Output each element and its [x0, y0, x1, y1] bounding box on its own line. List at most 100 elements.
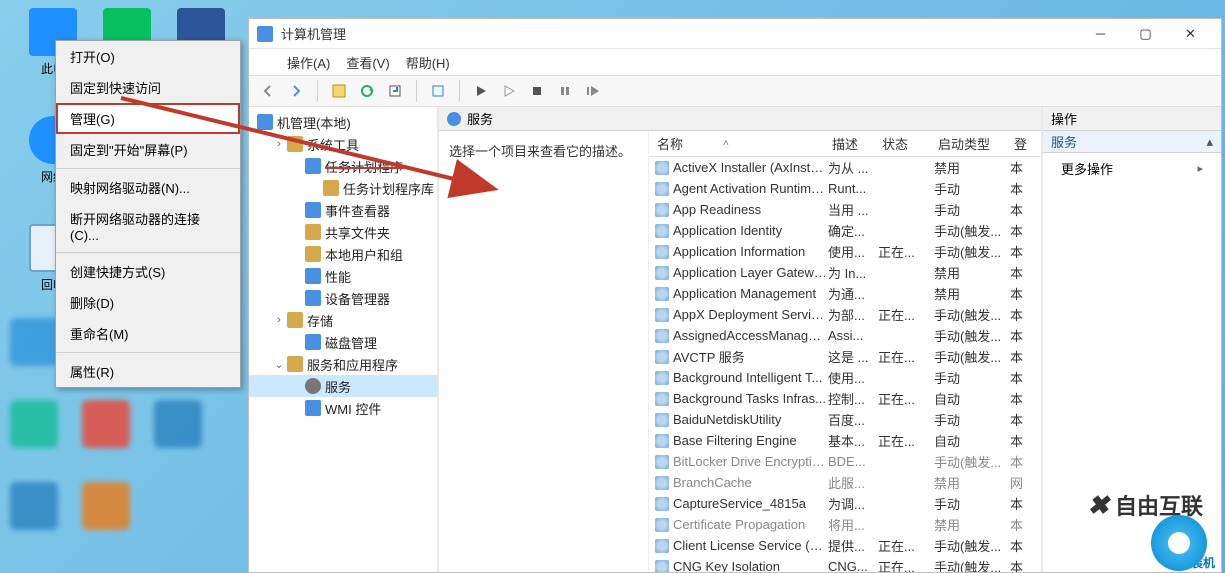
- service-row[interactable]: Background Tasks Infras...控制...正在...自动本: [649, 388, 1041, 409]
- service-startup: 手动(触发...: [934, 221, 1010, 240]
- stop-button[interactable]: [526, 80, 548, 102]
- service-row[interactable]: BitLocker Drive Encryptio...BDE...手动(触发.…: [649, 451, 1041, 472]
- export-button[interactable]: [384, 80, 406, 102]
- service-status: 正在...: [878, 347, 934, 366]
- tree-node[interactable]: 任务计划程序库: [249, 177, 437, 199]
- actions-more[interactable]: 更多操作 ▸: [1043, 153, 1221, 184]
- service-startup: 手动(触发...: [934, 557, 1010, 572]
- service-row[interactable]: CaptureService_4815a为调...手动本: [649, 493, 1041, 514]
- separator: [56, 352, 240, 353]
- service-startup: 禁用: [934, 158, 1010, 177]
- tree-node-icon: [287, 356, 303, 372]
- tree-node[interactable]: 设备管理器: [249, 287, 437, 309]
- service-row[interactable]: AppX Deployment Servic...为部...正在...手动(触发…: [649, 304, 1041, 325]
- camera-icon: [1151, 515, 1207, 571]
- filter-button[interactable]: [328, 80, 350, 102]
- service-row[interactable]: Application Management为通...禁用本: [649, 283, 1041, 304]
- col-description[interactable]: 描述: [824, 134, 874, 153]
- menu-view[interactable]: 查看(V): [346, 53, 389, 72]
- ctx-pin-quick[interactable]: 固定到快速访问: [56, 72, 240, 103]
- tree-node[interactable]: ›系统工具: [249, 133, 437, 155]
- ctx-map-drive[interactable]: 映射网络驱动器(N)...: [56, 172, 240, 203]
- tree-node[interactable]: ›存储: [249, 309, 437, 331]
- tree-node-icon: [305, 224, 321, 240]
- service-desc: BDE...: [828, 454, 878, 469]
- tree-node-label: WMI 控件: [325, 399, 381, 418]
- service-row[interactable]: Application Identity确定...手动(触发...本: [649, 220, 1041, 241]
- tree-node[interactable]: 事件查看器: [249, 199, 437, 221]
- service-icon: [655, 434, 669, 448]
- service-startup: 自动: [934, 431, 1010, 450]
- service-icon: [655, 182, 669, 196]
- tree-node[interactable]: 服务: [249, 375, 437, 397]
- service-row[interactable]: Client License Service (Cli...提供...正在...…: [649, 535, 1041, 556]
- service-name: Agent Activation Runtime...: [673, 181, 828, 196]
- service-row[interactable]: Certificate Propagation将用...禁用本: [649, 514, 1041, 535]
- tree-node-icon: [305, 400, 321, 416]
- service-logon: 本: [1010, 158, 1030, 177]
- tree-node[interactable]: 性能: [249, 265, 437, 287]
- tree-root[interactable]: 机管理(本地): [249, 111, 437, 133]
- refresh-button[interactable]: [356, 80, 378, 102]
- service-icon: [655, 203, 669, 217]
- service-logon: 本: [1010, 494, 1030, 513]
- col-logon[interactable]: 登: [1006, 134, 1026, 153]
- service-row[interactable]: Base Filtering Engine基本...正在...自动本: [649, 430, 1041, 451]
- service-icon: [655, 308, 669, 322]
- service-desc: 这是 ...: [828, 347, 878, 366]
- service-row[interactable]: ActiveX Installer (AxInstSV)为从 ...禁用本: [649, 157, 1041, 178]
- service-row[interactable]: App Readiness当用 ...手动本: [649, 199, 1041, 220]
- ctx-rename[interactable]: 重命名(M): [56, 318, 240, 349]
- properties-button[interactable]: [427, 80, 449, 102]
- tree-node[interactable]: 本地用户和组: [249, 243, 437, 265]
- ctx-manage[interactable]: 管理(G): [56, 103, 240, 134]
- watermark-badge: [1151, 515, 1207, 571]
- menu-action[interactable]: 操作(A): [287, 53, 330, 72]
- minimize-button[interactable]: ─: [1078, 20, 1123, 48]
- tree-node[interactable]: WMI 控件: [249, 397, 437, 419]
- app-icon: [257, 26, 273, 42]
- ctx-create-shortcut[interactable]: 创建快捷方式(S): [56, 256, 240, 287]
- services-hint: 选择一个项目来查看它的描述。: [449, 144, 631, 159]
- play-outline-button[interactable]: [498, 80, 520, 102]
- restart-button[interactable]: [582, 80, 604, 102]
- ctx-pin-start[interactable]: 固定到"开始"屏幕(P): [56, 134, 240, 165]
- nav-forward-button[interactable]: [285, 80, 307, 102]
- service-status: 正在...: [878, 389, 934, 408]
- close-button[interactable]: ✕: [1168, 20, 1213, 48]
- sort-asc-icon: ˄: [723, 138, 729, 149]
- tree-node[interactable]: 磁盘管理: [249, 331, 437, 353]
- service-row[interactable]: BaiduNetdiskUtility百度...手动本: [649, 409, 1041, 430]
- service-name: ActiveX Installer (AxInstSV): [673, 160, 828, 175]
- service-startup: 手动(触发...: [934, 242, 1010, 261]
- play-button[interactable]: [470, 80, 492, 102]
- pause-button[interactable]: [554, 80, 576, 102]
- tree-node[interactable]: ⌄服务和应用程序: [249, 353, 437, 375]
- tree-node-label: 设备管理器: [325, 289, 390, 308]
- service-icon: [655, 413, 669, 427]
- service-row[interactable]: AVCTP 服务这是 ...正在...手动(触发...本: [649, 346, 1041, 367]
- menu-help[interactable]: 帮助(H): [406, 53, 450, 72]
- service-row[interactable]: Application Information使用...正在...手动(触发..…: [649, 241, 1041, 262]
- ctx-disconnect-drive[interactable]: 断开网络驱动器的连接(C)...: [56, 203, 240, 249]
- service-row[interactable]: Application Layer Gatewa...为 In...禁用本: [649, 262, 1041, 283]
- service-row[interactable]: Background Intelligent T...使用...手动本: [649, 367, 1041, 388]
- chevron-right-icon: ▸: [1197, 162, 1203, 175]
- nav-back-button[interactable]: [257, 80, 279, 102]
- col-status[interactable]: 状态: [874, 134, 930, 153]
- ctx-properties[interactable]: 属性(R): [56, 356, 240, 387]
- titlebar[interactable]: 计算机管理 ─ ▢ ✕: [249, 19, 1221, 49]
- ctx-open[interactable]: 打开(O): [56, 41, 240, 72]
- service-row[interactable]: AssignedAccessManager...Assi...手动(触发...本: [649, 325, 1041, 346]
- maximize-button[interactable]: ▢: [1123, 20, 1168, 48]
- tree-node[interactable]: 共享文件夹: [249, 221, 437, 243]
- ctx-delete[interactable]: 删除(D): [56, 287, 240, 318]
- service-desc: 此服...: [828, 473, 878, 492]
- service-startup: 禁用: [934, 284, 1010, 303]
- service-row[interactable]: Agent Activation Runtime...Runt...手动本: [649, 178, 1041, 199]
- col-name[interactable]: 名称˄: [649, 134, 824, 153]
- tree-node[interactable]: 任务计划程序: [249, 155, 437, 177]
- service-row[interactable]: BranchCache此服...禁用网: [649, 472, 1041, 493]
- col-startup-type[interactable]: 启动类型: [930, 134, 1006, 153]
- service-row[interactable]: CNG Key IsolationCNG...正在...手动(触发...本: [649, 556, 1041, 572]
